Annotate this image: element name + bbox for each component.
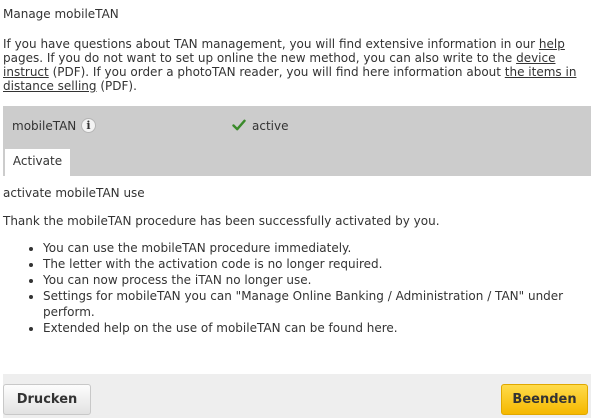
intro-text: If you have questions about TAN manageme… (3, 37, 601, 93)
list-item: Extended help on the use of mobileTAN ca… (43, 320, 583, 336)
help-pages-link[interactable]: help (539, 37, 565, 51)
list-item: The letter with the activation code is n… (43, 256, 583, 272)
info-icon[interactable]: i (81, 118, 96, 133)
intro-text-part: pages. If you do not want to set up onli… (3, 51, 517, 65)
panel-header: mobileTAN i active Activate (3, 106, 591, 176)
print-button[interactable]: Drucken (3, 384, 91, 415)
intro-text-part: (PDF). (96, 79, 137, 93)
checkmark-icon (232, 119, 246, 131)
page-title: Manage mobileTAN (3, 7, 119, 21)
success-message: Thank the mobileTAN procedure has been s… (3, 214, 440, 228)
panel-content: activate mobileTAN use Thank the mobileT… (3, 176, 591, 374)
tab-activate[interactable]: Activate (5, 149, 70, 176)
method-label: mobileTAN (12, 119, 77, 133)
info-list: You can use the mobileTAN procedure imme… (3, 240, 583, 336)
list-item: Settings for mobileTAN you can "Manage O… (43, 288, 583, 320)
content-heading: activate mobileTAN use (3, 186, 145, 200)
status-text: active (252, 119, 289, 133)
list-item: You can use the mobileTAN procedure imme… (43, 240, 583, 256)
intro-text-part: If you have questions about TAN manageme… (3, 37, 539, 51)
mobiletan-panel: mobileTAN i active Activate activate mob… (3, 106, 591, 418)
finish-button[interactable]: Beenden (501, 384, 588, 415)
intro-text-part: (PDF). If you order a photoTAN reader, y… (48, 65, 505, 79)
list-item: You can now process the iTAN no longer u… (43, 272, 583, 288)
